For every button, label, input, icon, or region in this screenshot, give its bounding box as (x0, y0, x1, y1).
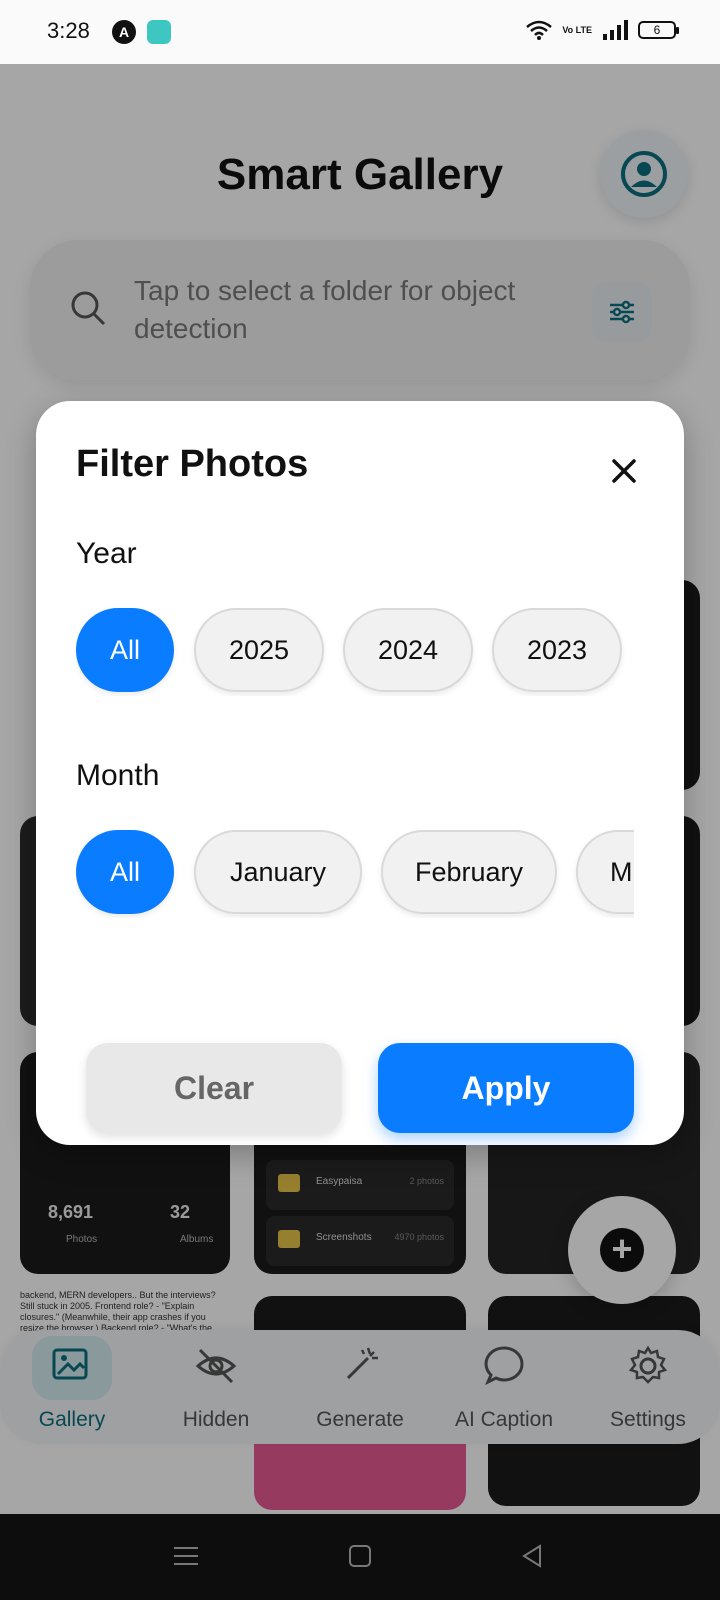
close-icon (612, 459, 636, 483)
signal-icon (603, 20, 628, 40)
year-chip-all[interactable]: All (76, 608, 174, 692)
year-chip-2025[interactable]: 2025 (194, 608, 324, 692)
month-chip-all[interactable]: All (76, 830, 174, 914)
menu-icon[interactable] (172, 1542, 200, 1570)
year-chip-2024[interactable]: 2024 (343, 608, 473, 692)
home-icon[interactable] (346, 1542, 374, 1570)
system-navigation-bar (0, 1514, 720, 1600)
month-label: Month (76, 759, 160, 792)
chat-notification-icon (147, 20, 171, 44)
clear-button[interactable]: Clear (86, 1043, 342, 1133)
month-chip-february[interactable]: February (381, 830, 557, 914)
back-icon[interactable] (518, 1542, 546, 1570)
wifi-icon (526, 20, 553, 40)
month-chip-row[interactable]: All January February M (76, 830, 634, 918)
battery-icon: 6 (638, 21, 679, 39)
month-chip-january[interactable]: January (194, 830, 362, 914)
year-chip-2023[interactable]: 2023 (492, 608, 622, 692)
filter-photos-dialog: Filter Photos Year All 2025 2024 2023 Mo… (36, 401, 684, 1145)
apply-button[interactable]: Apply (378, 1043, 634, 1133)
year-chip-row: All 2025 2024 2023 (76, 608, 646, 696)
month-chip-march[interactable]: M (576, 830, 634, 914)
dialog-title: Filter Photos (76, 443, 309, 485)
status-bar: 3:28 A Vo LTE 6 (0, 0, 720, 64)
year-label: Year (76, 537, 137, 570)
app-notification-icon: A (112, 20, 136, 44)
volte-indicator: Vo LTE (562, 24, 592, 35)
close-button[interactable] (604, 451, 644, 491)
status-time: 3:28 (47, 18, 90, 43)
